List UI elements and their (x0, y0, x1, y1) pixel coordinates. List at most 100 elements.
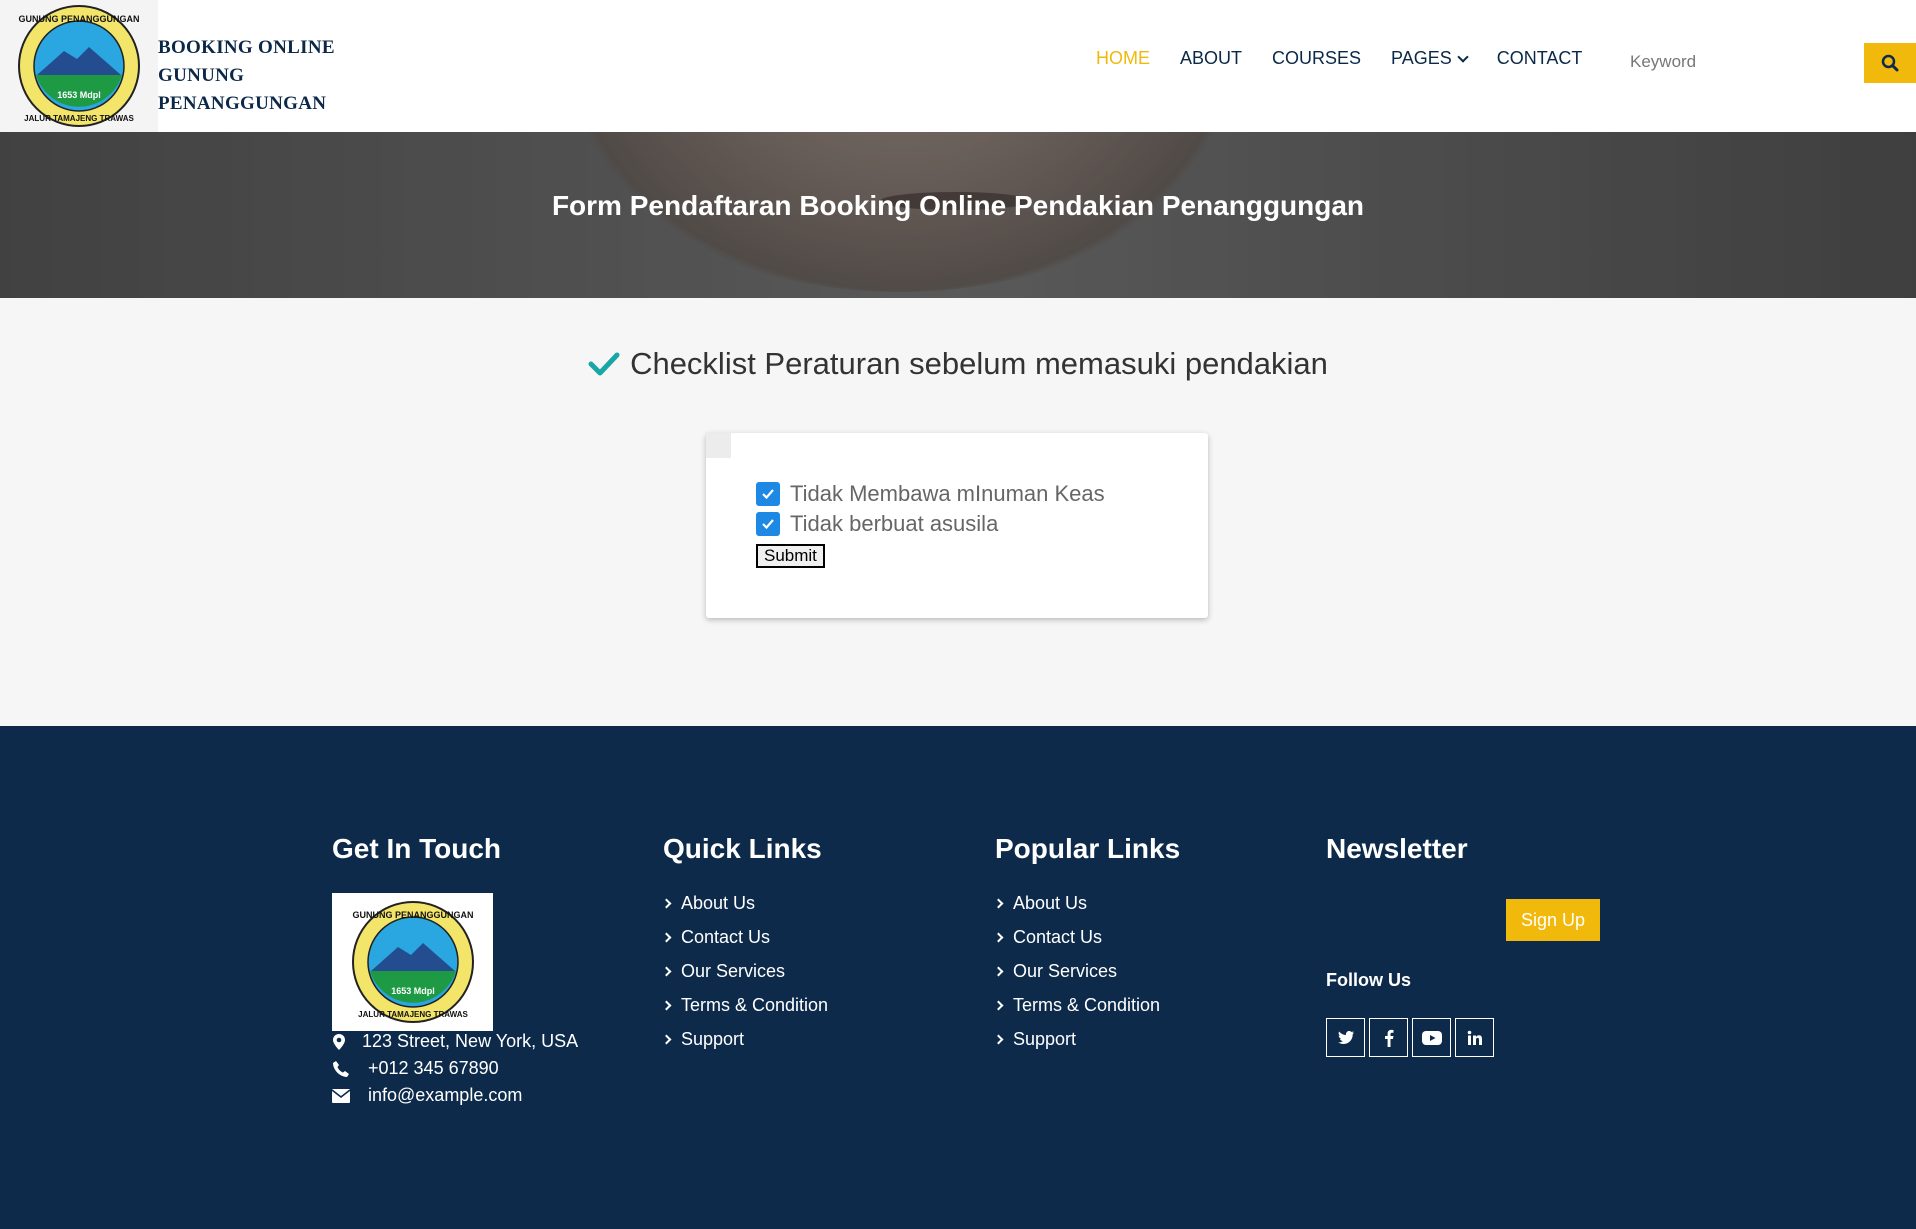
logo-emblem: 1653 Mdpl GUNUNG PENANGGUNGAN JALUR TAMA… (18, 5, 140, 127)
quick-link-services[interactable]: Our Services (661, 961, 828, 982)
checklist-item: Tidak Membawa mInuman Keas (756, 481, 1105, 507)
checkbox-checked[interactable] (756, 512, 780, 536)
popular-links-title: Popular Links (995, 833, 1181, 864)
popular-link-about[interactable]: About Us (993, 893, 1180, 914)
checklist-item-label: Tidak Membawa mInuman Keas (790, 481, 1105, 506)
facebook-icon (1384, 1029, 1393, 1047)
popular-link-label: Terms & Condition (1013, 995, 1161, 1015)
popular-link-label: Support (1013, 1029, 1077, 1049)
follow-us-label: Follow Us (1326, 970, 1411, 990)
chevron-right-icon (993, 932, 1004, 943)
chevron-right-icon (661, 1000, 672, 1011)
svg-text:GUNUNG PENANGGUNGAN: GUNUNG PENANGGUNGAN (18, 14, 139, 24)
popular-link-label: Contact Us (1013, 927, 1103, 947)
svg-text:1653 Mdpl: 1653 Mdpl (57, 90, 101, 100)
chevron-right-icon (993, 1034, 1004, 1045)
search-icon (1881, 54, 1899, 72)
footer-newsletter: Newsletter Sign Up Follow Us (1326, 833, 1626, 1093)
youtube-button[interactable] (1412, 1018, 1451, 1057)
brand-line-2: GUNUNG (158, 65, 245, 86)
checklist-heading: Checklist Peraturan sebelum memasuki pen… (0, 346, 1916, 382)
quick-link-label: Support (681, 1029, 745, 1049)
checkbox-checked[interactable] (756, 482, 780, 506)
chevron-right-icon (993, 898, 1004, 909)
svg-text:1653 Mdpl: 1653 Mdpl (391, 986, 435, 996)
nav-about[interactable]: ABOUT (1180, 48, 1242, 69)
quick-link-terms[interactable]: Terms & Condition (661, 995, 829, 1016)
nav-contact[interactable]: CONTACT (1497, 48, 1583, 69)
contact-email: info@example.com (332, 1085, 578, 1106)
site-footer: Get In Touch 1653 Mdpl GUNUNG PENANGGUNG… (0, 726, 1916, 1229)
footer-contact-title: Get In Touch (332, 833, 502, 864)
brand-line-1: BOOKING ONLINE (158, 37, 335, 58)
contact-email-text[interactable]: info@example.com (368, 1085, 522, 1106)
page-title: Form Pendaftaran Booking Online Pendakia… (551, 190, 1365, 221)
chevron-right-icon (661, 898, 672, 909)
popular-link-terms[interactable]: Terms & Condition (993, 995, 1180, 1016)
chevron-right-icon (661, 932, 672, 943)
envelope-icon (332, 1088, 368, 1103)
newsletter-title: Newsletter (1326, 833, 1468, 864)
checklist-heading-text: Checklist Peraturan sebelum memasuki pen… (630, 346, 1328, 381)
card-corner (706, 433, 731, 458)
quick-links-title: Quick Links (663, 833, 822, 864)
quick-link-about[interactable]: About Us (661, 893, 828, 914)
nav-home[interactable]: HOME (1096, 48, 1150, 69)
nav-pages[interactable]: PAGES (1391, 48, 1469, 69)
contact-phone-text: +012 345 67890 (368, 1058, 499, 1078)
footer-contact: Get In Touch 1653 Mdpl GUNUNG PENANGGUNG… (332, 833, 578, 1106)
main-nav: HOME ABOUT COURSES PAGES CONTACT (1096, 48, 1612, 69)
contact-address-text: 123 Street, New York, USA (362, 1031, 579, 1051)
footer-quick-links: Quick Links About Us Contact Us Our Serv… (661, 833, 829, 1063)
brand-title[interactable]: BOOKING ONLINE GUNUNG PENANGGUNGAN (158, 34, 335, 118)
chevron-right-icon (993, 1000, 1004, 1011)
check-icon (762, 519, 774, 530)
nav-pages-label: PAGES (1391, 48, 1452, 68)
hero-banner: Form Pendaftaran Booking Online Pendakia… (0, 132, 1916, 298)
site-header: 1653 Mdpl GUNUNG PENANGGUNGAN JALUR TAMA… (0, 0, 1916, 132)
signup-button[interactable]: Sign Up (1506, 899, 1600, 941)
facebook-button[interactable] (1369, 1018, 1408, 1057)
popular-link-support[interactable]: Support (993, 1029, 1180, 1050)
popular-link-contact[interactable]: Contact Us (993, 927, 1180, 948)
search-input[interactable] (1630, 44, 1830, 80)
map-pin-icon (332, 1033, 362, 1051)
popular-link-label: About Us (1013, 893, 1088, 913)
submit-button[interactable]: Submit (756, 544, 825, 568)
checklist-form: Tidak Membawa mInuman Keas Tidak berbuat… (706, 433, 1208, 618)
popular-link-services[interactable]: Our Services (993, 961, 1180, 982)
youtube-icon (1421, 1030, 1442, 1045)
quick-link-contact[interactable]: Contact Us (661, 927, 828, 948)
quick-link-support[interactable]: Support (661, 1029, 828, 1050)
twitter-icon (1337, 1030, 1354, 1044)
phone-icon (332, 1060, 368, 1078)
quick-link-label: Terms & Condition (681, 995, 829, 1015)
quick-link-label: Contact Us (681, 927, 771, 947)
logo-emblem: 1653 Mdpl GUNUNG PENANGGUNGAN JALUR TAMA… (351, 901, 474, 1023)
twitter-button[interactable] (1326, 1018, 1365, 1057)
checkmark-icon (588, 352, 620, 376)
check-icon (762, 489, 774, 500)
svg-text:GUNUNG PENANGGUNGAN: GUNUNG PENANGGUNGAN (352, 910, 473, 920)
chevron-right-icon (661, 966, 672, 977)
checklist-item: Tidak berbuat asusila (756, 511, 998, 537)
chevron-right-icon (993, 966, 1004, 977)
contact-phone: +012 345 67890 (332, 1058, 578, 1079)
checklist-item-label: Tidak berbuat asusila (790, 511, 999, 536)
brand-line-3: PENANGGUNGAN (158, 93, 327, 114)
quick-link-label: Our Services (681, 961, 786, 981)
popular-link-label: Our Services (1013, 961, 1118, 981)
nav-courses[interactable]: COURSES (1272, 48, 1361, 69)
quick-link-label: About Us (681, 893, 756, 913)
social-links (1326, 1018, 1494, 1057)
svg-text:JALUR TAMAJENG TRAWAS: JALUR TAMAJENG TRAWAS (24, 114, 134, 123)
chevron-down-icon (1457, 50, 1469, 63)
search-button[interactable] (1864, 43, 1916, 83)
linkedin-button[interactable] (1455, 1018, 1494, 1057)
footer-logo: 1653 Mdpl GUNUNG PENANGGUNGAN JALUR TAMA… (332, 893, 493, 1031)
contact-address: 123 Street, New York, USA (332, 1031, 578, 1052)
chevron-right-icon (661, 1034, 672, 1045)
footer-popular-links: Popular Links About Us Contact Us Our Se… (993, 833, 1181, 1063)
linkedin-icon (1467, 1030, 1482, 1045)
site-logo[interactable]: 1653 Mdpl GUNUNG PENANGGUNGAN JALUR TAMA… (0, 0, 158, 132)
